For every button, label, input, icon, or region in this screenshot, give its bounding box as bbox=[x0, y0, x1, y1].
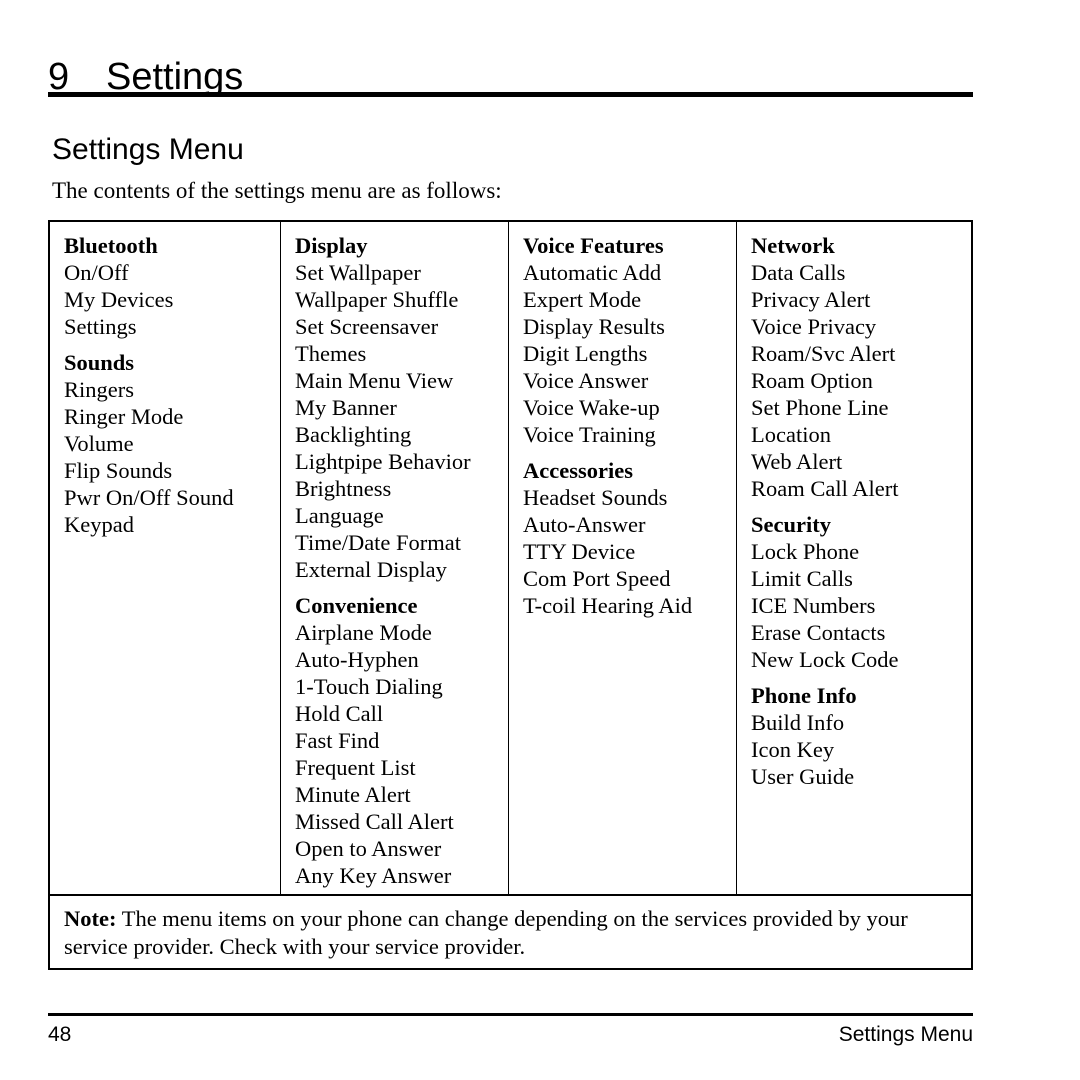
menu-item: Voice Wake-up bbox=[523, 395, 660, 420]
menu-item: Settings bbox=[64, 314, 137, 339]
menu-item: Com Port Speed bbox=[523, 566, 671, 591]
menu-item: Airplane Mode bbox=[295, 620, 432, 645]
menu-item: Location bbox=[751, 422, 831, 447]
menu-item: Brightness bbox=[295, 476, 392, 501]
menu-item: Language bbox=[295, 503, 384, 528]
menu-item: Auto-Hyphen bbox=[295, 647, 419, 672]
menu-item: Roam Call Alert bbox=[751, 476, 899, 501]
menu-item: Voice Privacy bbox=[751, 314, 877, 339]
menu-item: Ringer Mode bbox=[64, 404, 184, 429]
menu-item: Wallpaper Shuffle bbox=[295, 287, 459, 312]
menu-item: Main Menu View bbox=[295, 368, 454, 393]
menu-item: Set Screensaver bbox=[295, 314, 439, 339]
menu-item: Roam Option bbox=[751, 368, 873, 393]
group-heading: Phone Info bbox=[751, 683, 857, 708]
menu-item: Ringers bbox=[64, 377, 134, 402]
menu-group-voice-features: Voice Features Automatic Add Expert Mode… bbox=[523, 232, 728, 448]
menu-item: Backlighting bbox=[295, 422, 412, 447]
menu-item: My Banner bbox=[295, 395, 397, 420]
menu-item: Voice Training bbox=[523, 422, 656, 447]
document-page: 9 Settings Settings Menu The contents of… bbox=[0, 0, 1080, 1080]
group-heading: Bluetooth bbox=[64, 233, 158, 258]
menu-column-2: Display Set Wallpaper Wallpaper Shuffle … bbox=[281, 222, 509, 894]
menu-item: Privacy Alert bbox=[751, 287, 871, 312]
menu-column-4: Network Data Calls Privacy Alert Voice P… bbox=[737, 222, 971, 894]
menu-item: Digit Lengths bbox=[523, 341, 648, 366]
menu-item: Volume bbox=[64, 431, 134, 456]
group-heading: Accessories bbox=[523, 458, 633, 483]
menu-item: Lock Phone bbox=[751, 539, 860, 564]
menu-item: Data Calls bbox=[751, 260, 846, 285]
menu-item: Open to Answer bbox=[295, 836, 442, 861]
note-body: The menu items on your phone can change … bbox=[64, 906, 908, 959]
menu-item: Minute Alert bbox=[295, 782, 411, 807]
menu-item: Set Phone Line bbox=[751, 395, 889, 420]
section-intro-text: The contents of the settings menu are as… bbox=[52, 178, 502, 203]
menu-item: Roam/Svc Alert bbox=[751, 341, 896, 366]
menu-group-display: Display Set Wallpaper Wallpaper Shuffle … bbox=[295, 232, 500, 583]
chapter-number: 9 bbox=[48, 56, 70, 98]
table-note-row: Note: The menu items on your phone can c… bbox=[50, 894, 971, 968]
section-heading: Settings Menu bbox=[52, 133, 244, 166]
menu-item: Automatic Add bbox=[523, 260, 662, 285]
menu-item: New Lock Code bbox=[751, 647, 899, 672]
menu-item: Flip Sounds bbox=[64, 458, 173, 483]
menu-item: External Display bbox=[295, 557, 447, 582]
menu-group-sounds: Sounds Ringers Ringer Mode Volume Flip S… bbox=[64, 349, 272, 538]
menu-item: Missed Call Alert bbox=[295, 809, 454, 834]
menu-group-convenience: Convenience Airplane Mode Auto-Hyphen 1-… bbox=[295, 592, 500, 889]
menu-item: Set Wallpaper bbox=[295, 260, 421, 285]
chapter-rule bbox=[48, 92, 973, 97]
chapter-header: 9 Settings bbox=[48, 38, 973, 96]
group-heading: Voice Features bbox=[523, 233, 664, 258]
menu-item: TTY Device bbox=[523, 539, 636, 564]
group-heading: Sounds bbox=[64, 350, 135, 375]
menu-item: On/Off bbox=[64, 260, 129, 285]
menu-item: User Guide bbox=[751, 764, 855, 789]
group-heading: Convenience bbox=[295, 593, 418, 618]
menu-item: T-coil Hearing Aid bbox=[523, 593, 693, 618]
menu-item: ICE Numbers bbox=[751, 593, 876, 618]
menu-item: Fast Find bbox=[295, 728, 380, 753]
note-label: Note: bbox=[64, 906, 117, 931]
menu-item: Limit Calls bbox=[751, 566, 853, 591]
menu-item: Any Key Answer bbox=[295, 863, 452, 888]
menu-column-1: Bluetooth On/Off My Devices Settings Sou… bbox=[50, 222, 281, 894]
menu-group-phone-info: Phone Info Build Info Icon Key User Guid… bbox=[751, 682, 963, 790]
note-paragraph: Note: The menu items on your phone can c… bbox=[64, 905, 955, 961]
menu-item: Build Info bbox=[751, 710, 845, 735]
menu-columns: Bluetooth On/Off My Devices Settings Sou… bbox=[50, 222, 971, 894]
group-heading: Network bbox=[751, 233, 835, 258]
footer-rule bbox=[48, 1013, 973, 1016]
menu-item: Lightpipe Behavior bbox=[295, 449, 471, 474]
menu-group-security: Security Lock Phone Limit Calls ICE Numb… bbox=[751, 511, 963, 673]
footer-running-title: Settings Menu bbox=[838, 1023, 973, 1046]
settings-menu-table: Bluetooth On/Off My Devices Settings Sou… bbox=[48, 220, 973, 970]
menu-item: Auto-Answer bbox=[523, 512, 646, 537]
menu-item: Voice Answer bbox=[523, 368, 649, 393]
menu-item: Headset Sounds bbox=[523, 485, 668, 510]
menu-item: Hold Call bbox=[295, 701, 384, 726]
menu-group-bluetooth: Bluetooth On/Off My Devices Settings bbox=[64, 232, 272, 340]
group-heading: Security bbox=[751, 512, 831, 537]
menu-item: Keypad bbox=[64, 512, 134, 537]
page-footer: 48 Settings Menu bbox=[48, 1022, 973, 1047]
menu-item: Erase Contacts bbox=[751, 620, 886, 645]
menu-group-network: Network Data Calls Privacy Alert Voice P… bbox=[751, 232, 963, 502]
menu-item: Icon Key bbox=[751, 737, 835, 762]
menu-item: Expert Mode bbox=[523, 287, 642, 312]
menu-item: Pwr On/Off Sound bbox=[64, 485, 234, 510]
group-heading: Display bbox=[295, 233, 368, 258]
menu-item: Frequent List bbox=[295, 755, 416, 780]
menu-item: 1-Touch Dialing bbox=[295, 674, 443, 699]
menu-item: Time/Date Format bbox=[295, 530, 462, 555]
chapter-title: Settings bbox=[106, 56, 244, 98]
menu-item: My Devices bbox=[64, 287, 174, 312]
menu-column-3: Voice Features Automatic Add Expert Mode… bbox=[509, 222, 737, 894]
menu-group-accessories: Accessories Headset Sounds Auto-Answer T… bbox=[523, 457, 728, 619]
footer-page-number: 48 bbox=[48, 1023, 72, 1046]
menu-item: Display Results bbox=[523, 314, 665, 339]
menu-item: Web Alert bbox=[751, 449, 843, 474]
menu-item: Themes bbox=[295, 341, 367, 366]
